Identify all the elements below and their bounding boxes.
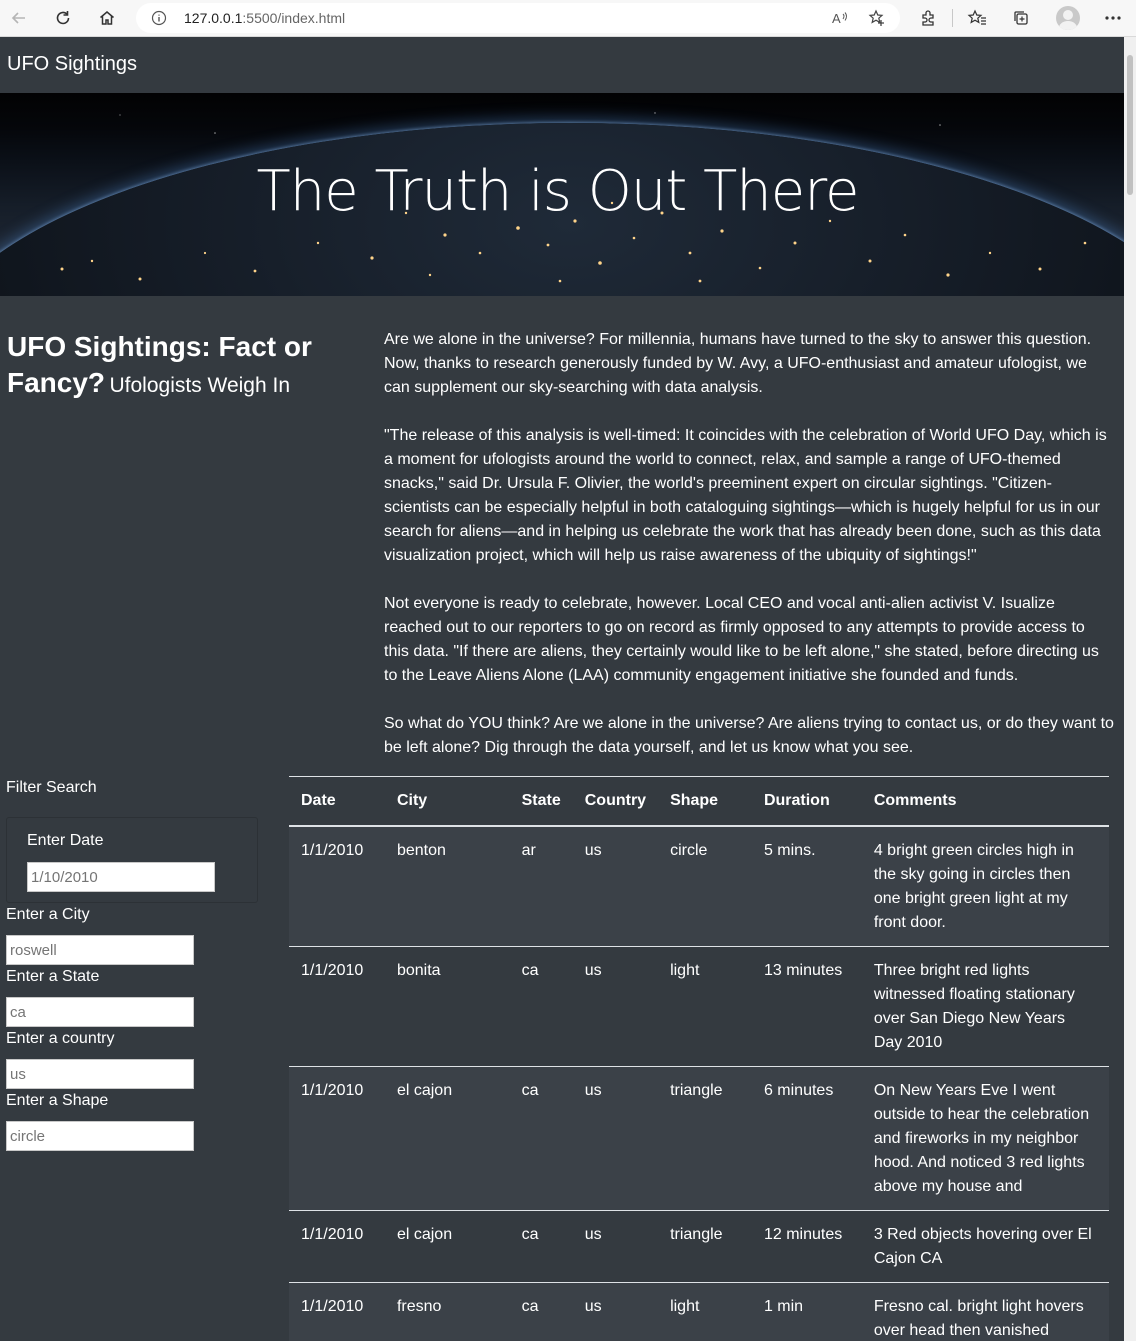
table-row: 1/1/2010 bonita ca us light 13 minutes T… — [289, 946, 1109, 1067]
cell-comments: 4 bright green circles high in the sky g… — [861, 826, 1109, 947]
column-header-duration: Duration — [751, 776, 862, 827]
cell-city: el cajon — [384, 1210, 510, 1283]
more-menu-icon[interactable] — [1102, 7, 1124, 29]
cell-country: us — [572, 1066, 659, 1211]
state-label: Enter a State — [6, 968, 100, 985]
hero-heading: The Truth is Out There — [256, 159, 860, 224]
article-paragraph: Are we alone in the universe? For millen… — [384, 331, 1092, 396]
address-bar[interactable]: 127.0.0.1:5500/index.html A — [136, 3, 900, 33]
collections-icon[interactable] — [1010, 7, 1032, 29]
cell-comments: 3 Red objects hovering over El Cajon CA — [861, 1210, 1109, 1283]
cell-date: 1/1/2010 — [289, 1210, 385, 1283]
table-row: 1/1/2010 fresno ca us light 1 min Fresno… — [289, 1282, 1109, 1341]
ufo-data-table: Date City State Country Shape Duration C… — [289, 776, 1109, 1341]
read-aloud-icon[interactable]: A — [832, 9, 850, 27]
favorites-icon[interactable] — [966, 7, 988, 29]
column-header-city: City — [384, 776, 510, 827]
table-row: 1/1/2010 benton ar us circle 5 mins. 4 b… — [289, 826, 1109, 947]
table-row: 1/1/2010 el cajon ca us triangle 6 minut… — [289, 1066, 1109, 1211]
city-input[interactable] — [6, 935, 194, 965]
cell-date: 1/1/2010 — [289, 946, 385, 1067]
page-scrollbar[interactable] — [1124, 37, 1136, 1341]
column-header-date: Date — [289, 776, 385, 827]
cell-state: ca — [509, 1282, 573, 1341]
cell-country: us — [572, 1210, 659, 1283]
cell-duration: 13 minutes — [751, 946, 862, 1067]
country-label: Enter a country — [6, 1030, 115, 1047]
cell-city: el cajon — [384, 1066, 510, 1211]
hero-banner: The Truth is Out There — [0, 93, 1124, 296]
back-button[interactable] — [6, 6, 32, 30]
cell-shape: light — [658, 1282, 752, 1341]
article-paragraph: Not everyone is ready to celebrate, howe… — [384, 595, 1099, 684]
refresh-button[interactable] — [50, 6, 76, 30]
site-info-icon[interactable] — [150, 9, 168, 27]
navbar-brand[interactable]: UFO Sightings — [7, 53, 137, 76]
cell-date: 1/1/2010 — [289, 826, 385, 947]
date-label: Enter Date — [27, 832, 104, 849]
cell-duration: 12 minutes — [751, 1210, 862, 1283]
city-label: Enter a City — [6, 906, 90, 923]
cell-state: ca — [509, 1066, 573, 1211]
browser-toolbar: 127.0.0.1:5500/index.html A — [0, 0, 1136, 37]
column-header-shape: Shape — [658, 776, 752, 827]
article-paragraph: "The release of this analysis is well-ti… — [384, 427, 1107, 564]
page-content: UFO Sightings The Truth is Out There UFO… — [0, 37, 1124, 1341]
svg-text:A: A — [832, 11, 841, 26]
refresh-icon — [56, 11, 70, 25]
table-header-row: Date City State Country Shape Duration C… — [289, 776, 1109, 827]
extensions-icon[interactable] — [917, 7, 939, 29]
cell-state: ca — [509, 1210, 573, 1283]
add-favorite-icon[interactable] — [868, 9, 886, 27]
column-header-comments: Comments — [861, 776, 1109, 827]
filter-search-title: Filter Search — [6, 779, 97, 796]
date-input[interactable] — [27, 862, 215, 892]
article-paragraph: So what do YOU think? Are we alone in th… — [384, 715, 1114, 756]
cell-city: fresno — [384, 1282, 510, 1341]
navbar: UFO Sightings — [0, 37, 1124, 93]
article-title-sub: Ufologists Weigh In — [109, 374, 291, 397]
address-url[interactable]: 127.0.0.1:5500/index.html — [184, 10, 345, 26]
table-row: 1/1/2010 el cajon ca us triangle 12 minu… — [289, 1210, 1109, 1283]
cell-city: benton — [384, 826, 510, 947]
cell-shape: triangle — [658, 1066, 752, 1211]
profile-avatar-icon[interactable] — [1056, 6, 1080, 30]
cell-duration: 5 mins. — [751, 826, 862, 947]
cell-duration: 1 min — [751, 1282, 862, 1341]
shape-label: Enter a Shape — [6, 1092, 109, 1109]
cell-country: us — [572, 946, 659, 1067]
article-body: Are we alone in the universe? For millen… — [384, 328, 1114, 784]
home-button[interactable] — [94, 6, 120, 30]
cell-shape: light — [658, 946, 752, 1067]
column-header-country: Country — [572, 776, 659, 827]
cell-state: ca — [509, 946, 573, 1067]
cell-date: 1/1/2010 — [289, 1282, 385, 1341]
article-title: UFO Sightings: Fact or Fancy? Ufologists… — [7, 329, 327, 401]
cell-country: us — [572, 826, 659, 947]
home-icon — [100, 11, 114, 25]
toolbar-separator — [952, 9, 953, 27]
back-arrow-icon — [11, 12, 25, 24]
cell-duration: 6 minutes — [751, 1066, 862, 1211]
cell-date: 1/1/2010 — [289, 1066, 385, 1211]
state-input[interactable] — [6, 997, 194, 1027]
cell-comments: On New Years Eve I went outside to hear … — [861, 1066, 1109, 1211]
cell-shape: triangle — [658, 1210, 752, 1283]
cell-comments: Fresno cal. bright light hovers over hea… — [861, 1282, 1109, 1341]
shape-input[interactable] — [6, 1121, 194, 1151]
scrollbar-thumb[interactable] — [1127, 55, 1133, 195]
cell-state: ar — [509, 826, 573, 947]
column-header-state: State — [509, 776, 573, 827]
cell-comments: Three bright red lights witnessed floati… — [861, 946, 1109, 1067]
cell-shape: circle — [658, 826, 752, 947]
cell-city: bonita — [384, 946, 510, 1067]
country-input[interactable] — [6, 1059, 194, 1089]
cell-country: us — [572, 1282, 659, 1341]
